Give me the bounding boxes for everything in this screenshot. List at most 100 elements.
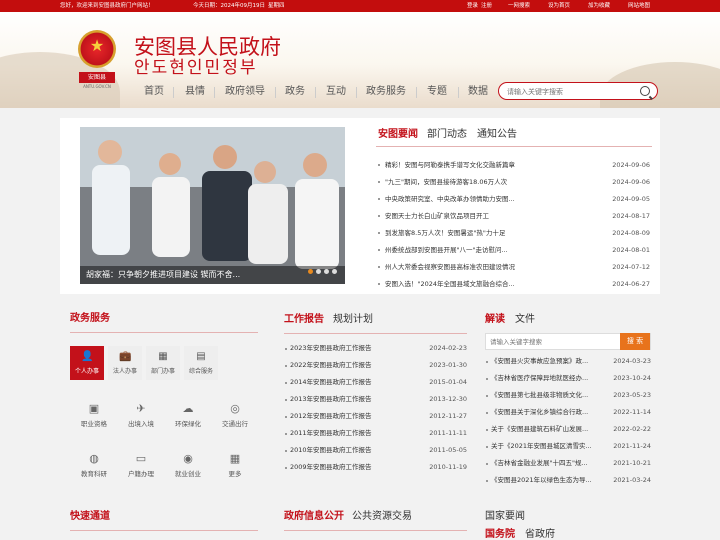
interpret-title[interactable]: 关于《2021年安图县城区清雪实... (491, 438, 597, 455)
nav-services[interactable]: 政务服务 (366, 84, 406, 100)
service-button[interactable]: ▤ 综合服务 (184, 346, 218, 380)
report-item[interactable]: 2022年安图县政府工作报告 2023-01-30 (284, 357, 467, 374)
report-title[interactable]: 2009年安图县政府工作报告 (290, 459, 372, 476)
report-item[interactable]: 2011年安图县政府工作报告 2011-11-11 (284, 425, 467, 442)
register-link[interactable]: 注册 (481, 0, 492, 12)
news-slider[interactable]: 胡家福：只争朝夕推进项目建设 锲而不舍... (80, 127, 345, 284)
news-title[interactable]: 到发旅客8.5万人次！安图暑运"热"力十足 (385, 225, 505, 241)
tab-notices[interactable]: 通知公告 (477, 128, 517, 142)
add-favorite-link[interactable]: 加为收藏 (588, 0, 610, 12)
state-council-tab[interactable]: 国务院 (485, 528, 515, 540)
interpret-search-button[interactable]: 搜 索 (620, 333, 650, 350)
service-item[interactable]: ◉ 就业创业 (168, 450, 208, 484)
news-item[interactable]: 州委统战部到安图县开展"八一"走访慰问... 2024-08-01 (376, 242, 652, 258)
public-resources-title[interactable]: 公共资源交易 (352, 510, 412, 524)
nav-topics[interactable]: 专题 (427, 84, 447, 100)
interpret-item[interactable]: 《吉林省金融业发展"十四五"规... 2021-10-21 (485, 455, 651, 472)
interpret-title[interactable]: 关于《安图县建筑石料矿山发展... (491, 421, 597, 438)
interpret-item[interactable]: 《安图县关于深化乡镇综合行政... 2022-11-14 (485, 404, 651, 421)
interpret-item[interactable]: 《吉林省医疗保障异地就医经办... 2023-10-24 (485, 370, 651, 387)
news-item[interactable]: 精彩！安图与阿勒泰携手谱写文化交融新篇章 2024-09-06 (376, 157, 652, 173)
news-item[interactable]: 安图天士力长白山矿泉饮品项目开工 2024-08-17 (376, 208, 652, 224)
news-title[interactable]: 州委统战部到安图县开展"八一"走访慰问... (385, 242, 508, 258)
report-item[interactable]: 2010年安图县政府工作报告 2011-05-05 (284, 442, 467, 459)
interpret-item[interactable]: 关于《安图县建筑石料矿山发展... 2022-02-22 (485, 421, 651, 438)
info-open-title[interactable]: 政府信息公开 (284, 510, 344, 524)
site-subtitle: 안도현인민정부 (134, 58, 258, 78)
report-title[interactable]: 2013年安图县政府工作报告 (290, 391, 372, 408)
interpret-title[interactable]: 《安图县第七批县级非物质文化... (491, 387, 597, 404)
province-tab[interactable]: 省政府 (525, 528, 555, 540)
interpret-item[interactable]: 《安图县火灾事故应急预案》政... 2024-03-23 (485, 353, 651, 370)
slider-dot[interactable] (316, 269, 321, 274)
news-item[interactable]: "九三"期间，安图县接待游客18.06万人次 2024-09-06 (376, 174, 652, 190)
news-title[interactable]: 精彩！安图与阿勒泰携手谱写文化交融新篇章 (385, 157, 515, 173)
nav-data[interactable]: 数据 (468, 84, 488, 100)
national-news-title[interactable]: 国家要闻 (485, 510, 525, 524)
national-emblem-icon[interactable] (78, 30, 116, 68)
nav-county-info[interactable]: 县情 (185, 84, 205, 100)
report-item[interactable]: 2009年安图县政府工作报告 2010-11-19 (284, 459, 467, 476)
service-item[interactable]: ✈ 出境入境 (121, 400, 161, 434)
interpret-item[interactable]: 《安图县2021年以绿色生态为导... 2021-03-24 (485, 472, 651, 489)
reports-title[interactable]: 工作报告 (284, 313, 324, 327)
news-item[interactable]: 州人大常委会视察安图县高标准农田建设情况 2024-07-12 (376, 259, 652, 275)
service-item[interactable]: ▣ 职业资格 (74, 400, 114, 434)
interpret-item[interactable]: 《安图县第七批县级非物质文化... 2023-05-23 (485, 387, 651, 404)
news-title[interactable]: 安图入选！"2024年全国县域文旅融合综合... (385, 276, 515, 292)
report-title[interactable]: 2022年安图县政府工作报告 (290, 357, 372, 374)
report-title[interactable]: 2012年安图县政府工作报告 (290, 408, 372, 425)
service-item[interactable]: ◍ 教育科研 (74, 450, 114, 484)
news-title[interactable]: 中央政策研究室、中央改革办领情助力安图... (385, 191, 515, 207)
service-item[interactable]: ▦ 更多 (215, 450, 255, 484)
set-homepage-link[interactable]: 设为首页 (548, 0, 570, 12)
news-title[interactable]: "九三"期间，安图县接待游客18.06万人次 (385, 174, 507, 190)
service-button[interactable]: 👤 个人办事 (70, 346, 104, 380)
nav-home[interactable]: 首页 (144, 84, 164, 100)
news-title[interactable]: 安图天士力长白山矿泉饮品项目开工 (385, 208, 489, 224)
report-title[interactable]: 2023年安图县政府工作报告 (290, 340, 372, 357)
nav-affairs[interactable]: 政务 (285, 84, 305, 100)
login-link[interactable]: 登录 (467, 0, 478, 12)
tab-antu-news[interactable]: 安图要闻 (378, 128, 418, 142)
search-input[interactable] (507, 86, 637, 97)
slider-dot[interactable] (332, 269, 337, 274)
news-item[interactable]: 中央政策研究室、中央改革办领情助力安图... 2024-09-05 (376, 191, 652, 207)
nav-leaders[interactable]: 政府领导 (225, 84, 265, 100)
plans-title[interactable]: 规划计划 (333, 313, 373, 327)
service-button[interactable]: ▦ 部门办事 (146, 346, 180, 380)
service-item[interactable]: ☁ 环保绿化 (168, 400, 208, 434)
tab-dept-news[interactable]: 部门动态 (427, 128, 467, 142)
services-title[interactable]: 政务服务 (70, 312, 110, 326)
sitemap-link[interactable]: 网站地图 (628, 0, 650, 12)
report-title[interactable]: 2014年安图县政府工作报告 (290, 374, 372, 391)
site-title[interactable]: 安图县人民政府 (134, 36, 281, 58)
interpret-title[interactable]: 《安图县火灾事故应急预案》政... (491, 353, 597, 370)
service-item[interactable]: ▭ 户籍办理 (121, 450, 161, 484)
service-button[interactable]: 💼 法人办事 (108, 346, 142, 380)
interpret-title[interactable]: 《吉林省金融业发展"十四五"规... (491, 455, 597, 472)
service-item[interactable]: ◎ 交通出行 (215, 400, 255, 434)
interpret-item[interactable]: 关于《2021年安图县城区清雪实... 2021-11-24 (485, 438, 651, 455)
interpret-title[interactable]: 《安图县2021年以绿色生态为导... (491, 472, 597, 489)
files-title[interactable]: 文件 (515, 313, 535, 327)
report-title[interactable]: 2011年安图县政府工作报告 (290, 425, 372, 442)
slider-dot[interactable] (308, 269, 313, 274)
interpret-title[interactable]: 《安图县关于深化乡镇综合行政... (491, 404, 597, 421)
interpret-title[interactable]: 《吉林省医疗保障异地就医经办... (491, 370, 597, 387)
fast-channel-title[interactable]: 快速通道 (70, 510, 110, 524)
news-item[interactable]: 到发旅客8.5万人次！安图暑运"热"力十足 2024-08-09 (376, 225, 652, 241)
search-icon[interactable] (640, 86, 650, 96)
report-item[interactable]: 2014年安图县政府工作报告 2015-01-04 (284, 374, 467, 391)
news-item[interactable]: 安图入选！"2024年全国县域文旅融合综合... 2024-06-27 (376, 276, 652, 292)
report-item[interactable]: 2012年安图县政府工作报告 2012-11-27 (284, 408, 467, 425)
news-title[interactable]: 州人大常委会视察安图县高标准农田建设情况 (385, 259, 515, 275)
nav-interaction[interactable]: 互动 (326, 84, 346, 100)
interpret-search-input[interactable] (490, 337, 616, 347)
interpret-title[interactable]: 解读 (485, 313, 505, 327)
search-all-link[interactable]: 一网搜索 (508, 0, 530, 12)
report-item[interactable]: 2013年安图县政府工作报告 2013-12-30 (284, 391, 467, 408)
report-title[interactable]: 2010年安图县政府工作报告 (290, 442, 372, 459)
report-item[interactable]: 2023年安图县政府工作报告 2024-02-23 (284, 340, 467, 357)
slider-dot[interactable] (324, 269, 329, 274)
